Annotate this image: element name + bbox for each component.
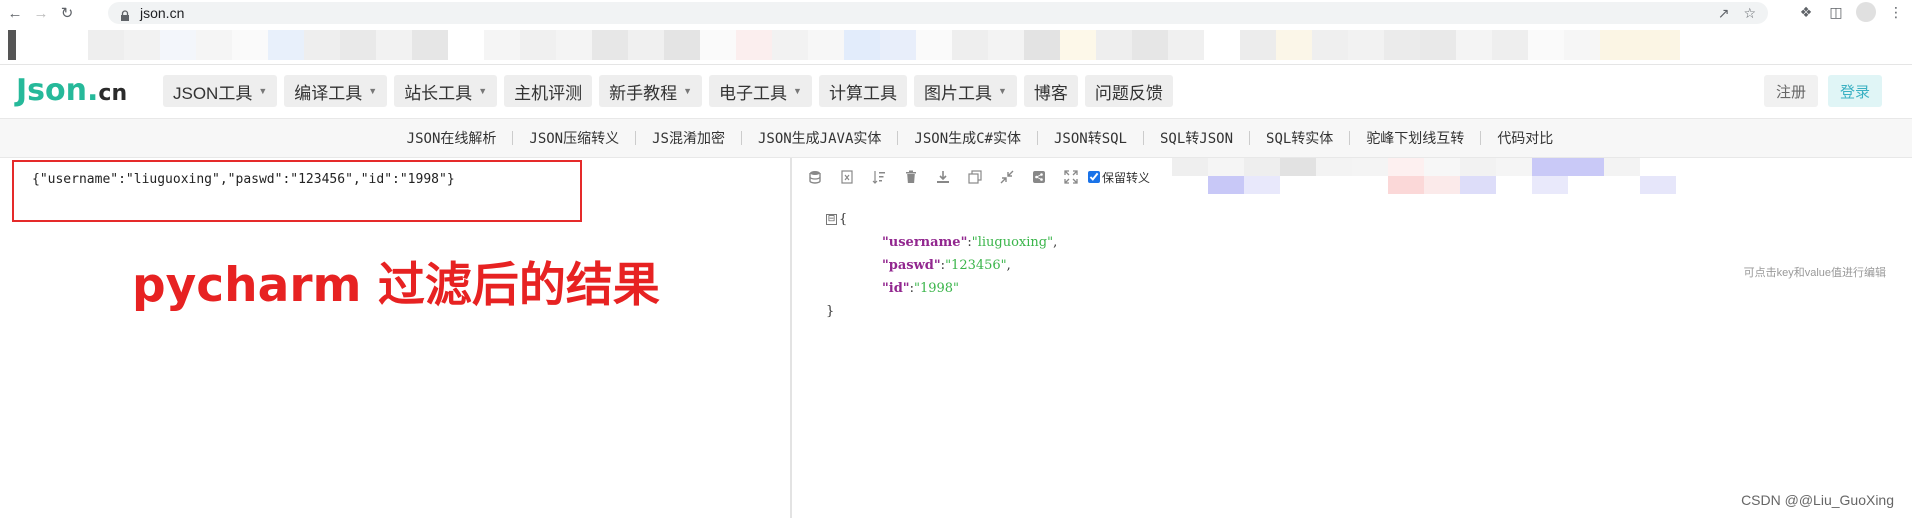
keep-escape-toggle[interactable]: 保留转义 xyxy=(1088,169,1150,186)
menu-item-label: 问题反馈 xyxy=(1094,83,1163,103)
forward-arrow-icon[interactable]: → xyxy=(30,2,52,24)
menu-item[interactable]: 编译工具 ▼ xyxy=(284,75,388,107)
subnav-link[interactable]: 驼峰下划线互转 xyxy=(1350,128,1480,148)
menu-item-label: 图片工具 xyxy=(923,83,992,103)
download-icon[interactable] xyxy=(934,168,952,186)
subnav-link[interactable]: JSON生成JAVA实体 xyxy=(742,128,897,148)
bookmark-star-icon[interactable]: ☆ xyxy=(1743,5,1756,22)
logo-dot: . xyxy=(87,73,99,108)
subnav-link[interactable]: JSON在线解析 xyxy=(391,128,513,148)
subnav-link[interactable]: JSON压缩转义 xyxy=(513,128,635,148)
caret-down-icon: ▼ xyxy=(997,86,1007,96)
json-key[interactable]: "username" xyxy=(882,235,967,250)
compress-icon[interactable] xyxy=(998,168,1016,186)
profile-avatar[interactable] xyxy=(1856,2,1876,22)
json-entry: "username":"liuguoxing", xyxy=(826,231,1057,254)
fullscreen-icon[interactable] xyxy=(1062,168,1080,186)
copy-icon[interactable] xyxy=(966,168,984,186)
lock-icon xyxy=(120,8,130,21)
share-icon[interactable] xyxy=(1030,168,1048,186)
menu-item-label: 博客 xyxy=(1033,83,1068,103)
open-brace: { xyxy=(839,212,848,227)
back-arrow-icon[interactable]: ← xyxy=(4,2,26,24)
close-brace: } xyxy=(826,304,835,319)
caret-down-icon: ▼ xyxy=(478,86,488,96)
menu-item[interactable]: 新手教程 ▼ xyxy=(599,75,703,107)
json-tree: ⊟{ "username":"liuguoxing", "paswd":"1234… xyxy=(826,208,1057,323)
url-text: json.cn xyxy=(140,5,185,21)
menu-item[interactable]: 站长工具 ▼ xyxy=(394,75,498,107)
viewer-toolbar: 保留转义 xyxy=(806,168,1150,186)
browser-toolbar: ← → ↻ json.cn ↗ ☆ ❖ ◫ ⋮ xyxy=(0,0,1912,26)
json-key[interactable]: "id" xyxy=(882,281,910,296)
json-viewer-pane: 保留转义 ⊟{ "username":"liuguoxing", "paswd":… xyxy=(794,158,1912,518)
json-entry: "paswd":"123456", xyxy=(826,254,1057,277)
caret-down-icon: ▼ xyxy=(368,86,378,96)
menu-item-label: 电子工具 xyxy=(719,83,788,103)
extensions-icon[interactable]: ❖ xyxy=(1796,2,1816,22)
csdn-watermark: CSDN @@Liu_GuoXing xyxy=(1741,492,1894,508)
json-entry: "id":"1998" xyxy=(826,277,1057,300)
keep-escape-label: 保留转义 xyxy=(1102,170,1151,185)
subnav-link[interactable]: JSON生成C#实体 xyxy=(898,128,1037,148)
json-comma: , xyxy=(1006,258,1011,273)
more-menu-icon[interactable]: ⋮ xyxy=(1886,2,1906,22)
caret-down-icon: ▼ xyxy=(258,86,268,96)
menu-item-label: 站长工具 xyxy=(404,83,473,103)
json-input-pane[interactable]: {"username":"liuguoxing","paswd":"123456… xyxy=(0,158,792,518)
database-icon[interactable] xyxy=(806,168,824,186)
caret-down-icon: ▼ xyxy=(793,86,802,96)
menu-item-label: 计算工具 xyxy=(828,83,897,103)
address-bar[interactable]: json.cn ↗ ☆ xyxy=(108,2,1768,24)
caret-down-icon: ▼ xyxy=(683,86,693,96)
auth-buttons: 注册 登录 xyxy=(1763,75,1882,107)
reload-icon[interactable]: ↻ xyxy=(56,2,78,24)
menu-item[interactable]: 主机评测 xyxy=(504,75,593,107)
menu-item[interactable]: 问题反馈 xyxy=(1084,75,1173,107)
subnav-link[interactable]: SQL转JSON xyxy=(1144,128,1249,148)
tool-subnav: JSON在线解析 JSON压缩转义 JS混淆加密 JSON生成JAVA实体 JSON生成… xyxy=(0,118,1912,158)
trash-icon[interactable] xyxy=(902,168,920,186)
subnav-link[interactable]: 代码对比 xyxy=(1481,128,1569,148)
sort-icon[interactable] xyxy=(870,168,888,186)
menu-item[interactable]: 计算工具 xyxy=(818,75,907,107)
site-header: Json.cn JSON工具 ▼ 编译工具 ▼ 站长工具 ▼ 主机评测 新手教程 ▼ 电子工具 ▼ 计… xyxy=(0,64,1912,118)
json-key[interactable]: "paswd" xyxy=(882,258,941,273)
excel-icon[interactable] xyxy=(838,168,856,186)
json-value[interactable]: "123456" xyxy=(945,258,1007,273)
menu-item-label: 新手教程 xyxy=(609,83,678,103)
collapse-toggle-icon[interactable]: ⊟ xyxy=(826,214,837,225)
share-icon[interactable]: ↗ xyxy=(1718,5,1730,22)
json-input-text[interactable]: {"username":"liuguoxing","paswd":"123456… xyxy=(32,172,455,187)
menu-item-label: 主机评测 xyxy=(514,83,583,103)
menu-item[interactable]: 电子工具 ▼ xyxy=(709,75,812,107)
subnav-link[interactable]: JSON转SQL xyxy=(1038,128,1143,148)
site-logo[interactable]: Json.cn xyxy=(16,73,127,108)
logo-tld: cn xyxy=(98,81,128,106)
json-comma: , xyxy=(1053,235,1058,250)
side-panel-icon[interactable]: ◫ xyxy=(1826,2,1846,22)
menu-item-label: 编译工具 xyxy=(294,83,363,103)
logo-text: Json xyxy=(16,73,87,108)
json-value[interactable]: "1998" xyxy=(914,281,959,296)
subnav-link[interactable]: SQL转实体 xyxy=(1250,128,1349,148)
main-menu: JSON工具 ▼ 编译工具 ▼ 站长工具 ▼ 主机评测 新手教程 ▼ 电子工具 ▼ 计算工具 图片工具 ▼… xyxy=(163,75,1173,107)
menu-item[interactable]: 博客 xyxy=(1023,75,1078,107)
blurred-ad-area xyxy=(1172,158,1748,194)
register-button[interactable]: 注册 xyxy=(1763,75,1818,107)
subnav-link[interactable]: JS混淆加密 xyxy=(636,128,741,148)
edit-hint: 可点击key和value值进行编辑 xyxy=(1743,267,1886,279)
annotation-text: pycharm 过滤后的结果 xyxy=(132,258,660,313)
login-button[interactable]: 登录 xyxy=(1827,75,1882,107)
json-value[interactable]: "liuguoxing" xyxy=(972,235,1053,250)
menu-item-label: JSON工具 xyxy=(173,83,253,103)
keep-escape-checkbox[interactable] xyxy=(1088,171,1100,183)
menu-item[interactable]: 图片工具 ▼ xyxy=(913,75,1017,107)
bookmarks-bar xyxy=(0,30,1912,62)
menu-item[interactable]: JSON工具 ▼ xyxy=(163,75,278,107)
highlight-box xyxy=(12,160,582,222)
